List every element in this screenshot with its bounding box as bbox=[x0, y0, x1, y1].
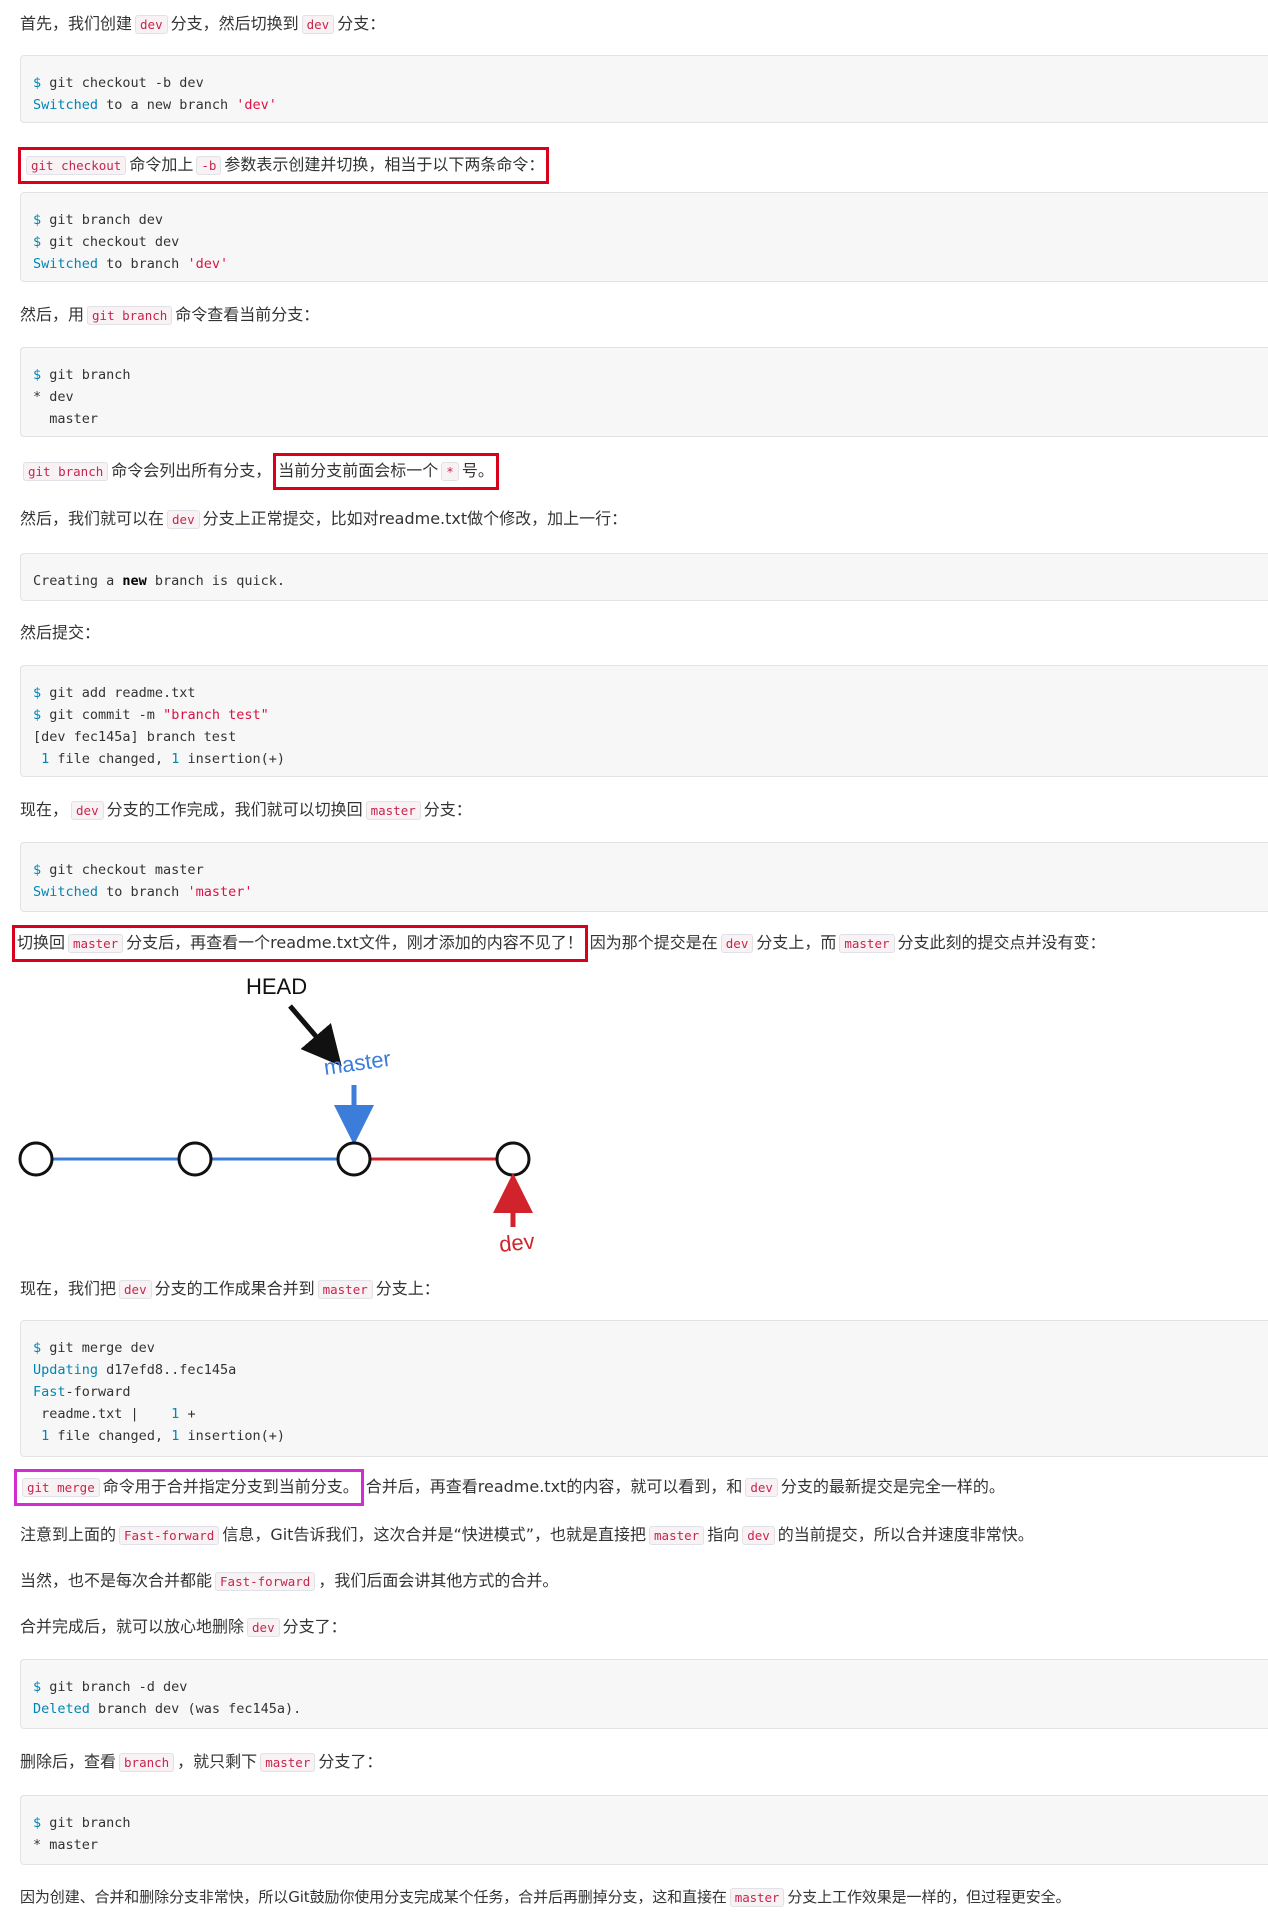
code-line: Creating a new branch is quick. bbox=[33, 573, 285, 589]
head-arrow bbox=[288, 1004, 342, 1067]
code-line: Switched to branch 'dev' bbox=[33, 256, 229, 272]
code-block-delete-branch: $ git branch -d dev Deleted branch dev (… bbox=[20, 1659, 1268, 1729]
branch-diagram: HEAD master dev bbox=[18, 974, 536, 1257]
inline-code: git checkout bbox=[26, 156, 127, 175]
paragraph-modify-readme: 然后，我们就可以在 dev 分支上正常提交，比如对readme.txt做个修改，加上… bbox=[20, 509, 628, 529]
code-line: Fast-forward bbox=[33, 1384, 131, 1400]
inline-code: master bbox=[317, 1280, 373, 1299]
inline-code: -b bbox=[196, 156, 222, 175]
paragraph-merge-explain: git merge 命令用于合并指定分支到当前分支。 合并后，再查看readme.t… bbox=[12, 1469, 1005, 1506]
inline-code: dev bbox=[745, 1478, 778, 1497]
code-line: $ git branch dev bbox=[33, 212, 164, 228]
inline-code: Fast-forward bbox=[215, 1572, 316, 1591]
head-label: HEAD bbox=[246, 974, 307, 999]
inline-code: master bbox=[649, 1526, 705, 1545]
inline-code: branch bbox=[119, 1753, 175, 1772]
paragraph-not-always-ff: 当然，也不是每次合并都能 Fast-forward ，我们后面会讲其他方式的合并。 bbox=[20, 1571, 559, 1591]
paragraph-fast-forward: 注意到上面的 Fast-forward 信息，Git告诉我们，这次合并是“快进模式”… bbox=[20, 1525, 1034, 1545]
paragraph-branch-list: git branch 命令会列出所有分支， 当前分支前面会标一个 * 号。 bbox=[20, 453, 501, 490]
inline-code: dev bbox=[720, 934, 754, 953]
commit-node-2 bbox=[177, 1141, 213, 1177]
master-label: master bbox=[322, 1046, 392, 1080]
inline-code: dev bbox=[135, 15, 168, 34]
red-highlight-box: git checkout 命令加上 -b 参数表示创建并切换，相当于以下两条命令： bbox=[18, 147, 550, 184]
inline-code: git merge bbox=[22, 1478, 100, 1497]
code-block-commit: $ git add readme.txt $ git commit -m "br… bbox=[20, 665, 1268, 777]
text: 分支： bbox=[337, 14, 386, 33]
dev-label: dev bbox=[498, 1228, 536, 1257]
inline-code: master bbox=[839, 934, 895, 953]
code-line: Switched to a new branch 'dev' bbox=[33, 97, 277, 113]
code-line: $ git checkout master bbox=[33, 862, 204, 878]
paragraph-view-branch: 然后，用 git branch 命令查看当前分支： bbox=[20, 305, 320, 325]
code-line: $ git branch -d dev bbox=[33, 1679, 188, 1695]
paragraph-switch-back: 切换回 master 分支后，再查看一个readme.txt文件，刚才添加的内容不见… bbox=[10, 925, 1106, 962]
code-block-git-branch: $ git branch * dev master bbox=[20, 347, 1268, 437]
code-line: readme.txt | 1 + bbox=[33, 1406, 196, 1422]
code-line: $ git add readme.txt bbox=[33, 685, 196, 701]
red-highlight-box: 切换回 master 分支后，再查看一个readme.txt文件，刚才添加的内容不见… bbox=[12, 925, 588, 962]
commit-node-3 bbox=[336, 1141, 372, 1177]
code-block-checkout-master: $ git checkout master Switched to branch… bbox=[20, 842, 1268, 912]
red-highlight-box: 当前分支前面会标一个 * 号。 bbox=[273, 453, 499, 490]
code-line: Switched to branch 'master' bbox=[33, 884, 253, 900]
code-line: Updating d17efd8..fec145a bbox=[33, 1362, 237, 1378]
code-block-checkout-b: $ git checkout -b dev Switched to a new … bbox=[20, 55, 1268, 123]
code-line: $ git merge dev bbox=[33, 1340, 155, 1356]
inline-code: dev bbox=[119, 1280, 152, 1299]
paragraph-conclusion: 因为创建、合并和删除分支非常快，所以Git鼓励你使用分支完成某个任务，合并后再删… bbox=[20, 1888, 1071, 1907]
code-block-merge: $ git merge dev Updating d17efd8..fec145… bbox=[20, 1320, 1268, 1457]
inline-code: git branch bbox=[87, 306, 173, 325]
code-line: 1 file changed, 1 insertion(+) bbox=[41, 1428, 286, 1444]
inline-code: Fast-forward bbox=[119, 1526, 220, 1545]
code-line: $ git checkout -b dev bbox=[33, 75, 204, 91]
code-line: 1 file changed, 1 insertion(+) bbox=[41, 751, 286, 767]
code-line: master bbox=[33, 411, 99, 427]
inline-code: git branch bbox=[23, 462, 109, 481]
paragraph-dev-done: 现在， dev 分支的工作完成，我们就可以切换回 master 分支： bbox=[20, 800, 472, 820]
inline-code: master bbox=[729, 1888, 785, 1907]
magenta-highlight-box: git merge 命令用于合并指定分支到当前分支。 bbox=[14, 1469, 364, 1506]
code-line: $ git branch bbox=[33, 367, 131, 383]
code-line: [dev fec145a] branch test bbox=[33, 729, 237, 745]
code-line: Deleted branch dev (was fec145a). bbox=[33, 1701, 302, 1717]
code-line: $ git commit -m "branch test" bbox=[33, 707, 269, 723]
code-block-two-commands: $ git branch dev $ git checkout dev Swit… bbox=[20, 192, 1268, 282]
code-block-readme-line: Creating a new branch is quick. bbox=[20, 553, 1268, 601]
commit-node-4 bbox=[495, 1141, 531, 1177]
code-block-final-branch: $ git branch * master bbox=[20, 1795, 1268, 1865]
commit-node-1 bbox=[18, 1141, 54, 1177]
paragraph-only-master: 删除后，查看 branch ，就只剩下 master 分支了： bbox=[20, 1752, 383, 1772]
inline-code: dev bbox=[742, 1526, 775, 1545]
code-line: * master bbox=[33, 1837, 99, 1853]
inline-code: dev bbox=[167, 510, 200, 529]
code-line: $ git branch bbox=[33, 1815, 131, 1831]
paragraph-commit: 然后提交： bbox=[20, 623, 101, 642]
inline-code: dev bbox=[301, 15, 335, 34]
paragraph-checkout-b: git checkout 命令加上 -b 参数表示创建并切换，相当于以下两条命令： bbox=[16, 147, 551, 184]
tutorial-document: 首先，我们创建 dev 分支，然后切换到 dev 分支： $ git checkout … bbox=[0, 0, 1268, 1917]
inline-code: master bbox=[68, 934, 124, 953]
inline-code: * bbox=[441, 462, 459, 481]
code-line: * dev bbox=[33, 389, 74, 405]
text: 首先，我们创建 bbox=[20, 14, 133, 33]
inline-code: dev bbox=[71, 801, 104, 820]
inline-code: master bbox=[260, 1753, 316, 1772]
code-line: $ git checkout dev bbox=[33, 234, 180, 250]
text: 分支，然后切换到 bbox=[170, 14, 299, 33]
paragraph-merge-intro: 现在，我们把 dev 分支的工作成果合并到 master 分支上： bbox=[20, 1279, 440, 1299]
inline-code: dev bbox=[247, 1618, 280, 1637]
inline-code: master bbox=[365, 801, 421, 820]
paragraph-delete-dev: 合并完成后，就可以放心地删除 dev 分支了： bbox=[20, 1617, 347, 1637]
paragraph-create-dev: 首先，我们创建 dev 分支，然后切换到 dev 分支： bbox=[20, 11, 385, 37]
